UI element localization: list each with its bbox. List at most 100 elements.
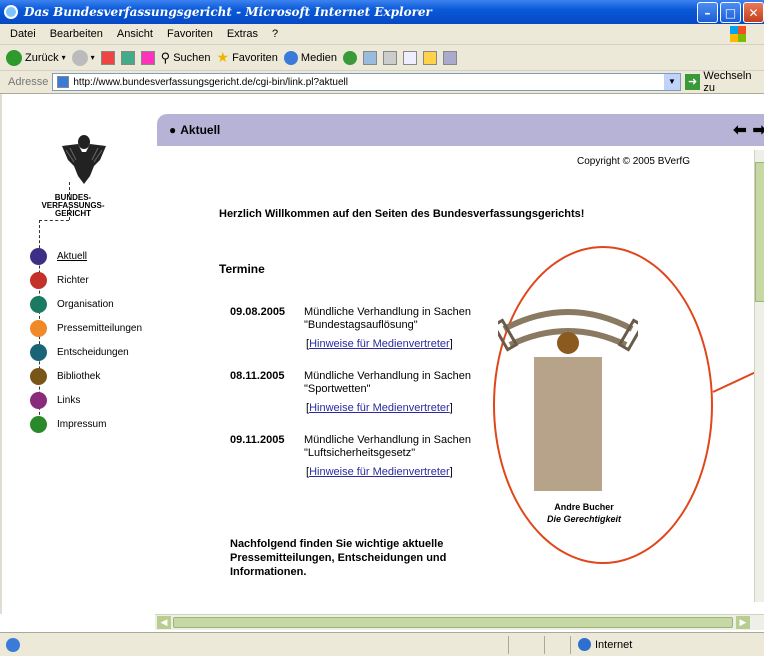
page-nav-arrows: ⬅ ➡ xyxy=(733,114,764,146)
copyright: Copyright © 2005 BVerfG xyxy=(577,156,690,167)
horizontal-scrollbar[interactable]: ◀ ▶ xyxy=(155,614,764,630)
favorites-label: Favoriten xyxy=(232,51,278,64)
media-hint-link[interactable]: Hinweise für Medienvertreter xyxy=(309,338,450,350)
nav-item-aktuell[interactable]: Aktuell xyxy=(30,244,142,268)
event-hint: [Hinweise für Medienvertreter] xyxy=(306,338,453,350)
chevron-down-icon[interactable]: ▾ xyxy=(91,53,95,62)
event-description: Mündliche Verhandlung in Sachen "Bundest… xyxy=(304,306,471,331)
nav-label-impressum[interactable]: Impressum xyxy=(57,419,106,430)
star-icon: ★ xyxy=(216,49,230,65)
forward-arrow-icon xyxy=(71,49,88,66)
nav-label-entscheidungen[interactable]: Entscheidungen xyxy=(57,347,129,358)
termine-heading: Termine xyxy=(219,262,265,276)
nav-label-pressemitteilungen[interactable]: Pressemitteilungen xyxy=(57,323,142,334)
nav-item-organisation[interactable]: Organisation xyxy=(30,292,142,316)
section-title: Aktuell xyxy=(180,123,221,137)
menu-help[interactable]: ? xyxy=(272,28,278,40)
nav-dot-icon xyxy=(30,415,47,433)
nav-dot-icon xyxy=(30,319,47,337)
vertical-scrollbar[interactable] xyxy=(754,150,764,602)
mail-icon[interactable] xyxy=(363,50,377,65)
chevron-down-icon[interactable]: ▼ xyxy=(663,74,680,90)
status-bar: Internet xyxy=(0,632,764,656)
bracket: ] xyxy=(449,338,453,350)
toolbar: Zurück ▾ ▾ ⚲ Suchen ★ Favoriten Medien xyxy=(0,45,764,71)
caption-artist: Andre Bucher xyxy=(554,502,614,512)
event-date: 09.08.2005 xyxy=(230,306,286,318)
arrow-right-icon[interactable]: ➡ xyxy=(753,120,764,140)
close-button[interactable]: ✕ xyxy=(743,2,764,23)
go-button[interactable]: ➜ Wechseln zu xyxy=(684,70,764,94)
nav-dot-icon xyxy=(30,295,47,313)
home-icon[interactable] xyxy=(140,50,155,65)
globe-icon xyxy=(578,638,591,651)
media-button[interactable]: Medien xyxy=(283,50,337,65)
event-description: Mündliche Verhandlung in Sachen "Sportwe… xyxy=(304,370,471,395)
menu-bearbeiten[interactable]: Bearbeiten xyxy=(50,28,103,40)
status-divider xyxy=(508,636,509,654)
menu-extras[interactable]: Extras xyxy=(227,28,258,40)
forward-button[interactable]: ▾ xyxy=(71,49,95,66)
nav-label-organisation[interactable]: Organisation xyxy=(57,299,114,310)
sculpture-image xyxy=(498,309,638,491)
stop-icon[interactable] xyxy=(100,50,115,65)
menu-ansicht[interactable]: Ansicht xyxy=(117,28,153,40)
status-divider xyxy=(544,636,545,654)
scroll-right-icon[interactable]: ▶ xyxy=(736,616,750,629)
zone-label: Internet xyxy=(595,638,633,651)
page-status-icon xyxy=(6,637,20,652)
event-date: 09.11.2005 xyxy=(230,434,285,446)
print-icon[interactable] xyxy=(383,50,397,65)
messenger-icon[interactable] xyxy=(443,50,457,65)
arrow-left-icon[interactable]: ⬅ xyxy=(733,120,746,140)
status-divider xyxy=(570,636,571,654)
scroll-left-icon[interactable]: ◀ xyxy=(157,616,171,629)
maximize-button[interactable]: □ xyxy=(720,2,741,23)
nav-item-richter[interactable]: Richter xyxy=(30,268,142,292)
nav-label-bibliothek[interactable]: Bibliothek xyxy=(57,371,100,382)
nav-dot-icon xyxy=(30,343,47,361)
back-label: Zurück xyxy=(25,51,59,64)
chevron-down-icon[interactable]: ▾ xyxy=(62,53,66,62)
nav-item-links[interactable]: Links xyxy=(30,388,142,412)
event-hint: [Hinweise für Medienvertreter] xyxy=(306,466,453,478)
refresh-icon[interactable] xyxy=(120,50,135,65)
media-hint-link[interactable]: Hinweise für Medienvertreter xyxy=(309,466,450,478)
minimize-button[interactable]: – xyxy=(697,2,718,23)
favorites-button[interactable]: ★ Favoriten xyxy=(217,49,278,66)
scroll-thumb[interactable] xyxy=(755,162,764,302)
scroll-thumb[interactable] xyxy=(173,617,733,628)
bracket: ] xyxy=(449,402,453,414)
media-hint-link[interactable]: Hinweise für Medienvertreter xyxy=(309,402,450,414)
search-icon: ⚲ xyxy=(160,49,171,65)
nav-dot-icon xyxy=(30,391,47,409)
menu-datei[interactable]: Datei xyxy=(10,28,36,40)
title-bar: Das Bundesverfassungsgericht - Microsoft… xyxy=(0,0,764,24)
nav-link-aktuell[interactable]: Aktuell xyxy=(57,251,87,262)
media-icon xyxy=(283,50,298,65)
nav-connector-line xyxy=(39,220,69,221)
section-band: ● Aktuell ⬅ ➡ xyxy=(157,114,764,146)
page-viewport: ● Aktuell ⬅ ➡ BUNDES- VERFASSUNGS- GERIC… xyxy=(0,94,764,614)
back-arrow-icon xyxy=(6,49,22,66)
nav-item-entscheidungen[interactable]: Entscheidungen xyxy=(30,340,142,364)
address-input[interactable]: http://www.bundesverfassungsgericht.de/c… xyxy=(52,73,681,91)
menu-favoriten[interactable]: Favoriten xyxy=(167,28,213,40)
nav-label-links[interactable]: Links xyxy=(57,395,80,406)
search-button[interactable]: ⚲ Suchen xyxy=(161,50,211,66)
nav-item-pressemitteilungen[interactable]: Pressemitteilungen xyxy=(30,316,142,340)
following-text: Nachfolgend finden Sie wichtige aktuelle… xyxy=(230,538,447,578)
address-bar: Adresse http://www.bundesverfassungsgeri… xyxy=(0,70,764,94)
history-icon[interactable] xyxy=(343,50,357,65)
federal-eagle-icon xyxy=(62,135,106,184)
window-title: Das Bundesverfassungsgericht - Microsoft… xyxy=(24,5,432,19)
nav-label-richter[interactable]: Richter xyxy=(57,275,89,286)
court-name: BUNDES- VERFASSUNGS- GERICHT xyxy=(20,194,126,218)
edit-icon[interactable] xyxy=(403,50,417,65)
nav-item-impressum[interactable]: Impressum xyxy=(30,412,142,436)
nav-item-bibliothek[interactable]: Bibliothek xyxy=(30,364,142,388)
back-button[interactable]: Zurück ▾ xyxy=(6,49,66,66)
page-icon xyxy=(57,76,70,88)
caption-title: Die Gerechtigkeit xyxy=(546,514,622,524)
discuss-icon[interactable] xyxy=(423,50,437,65)
